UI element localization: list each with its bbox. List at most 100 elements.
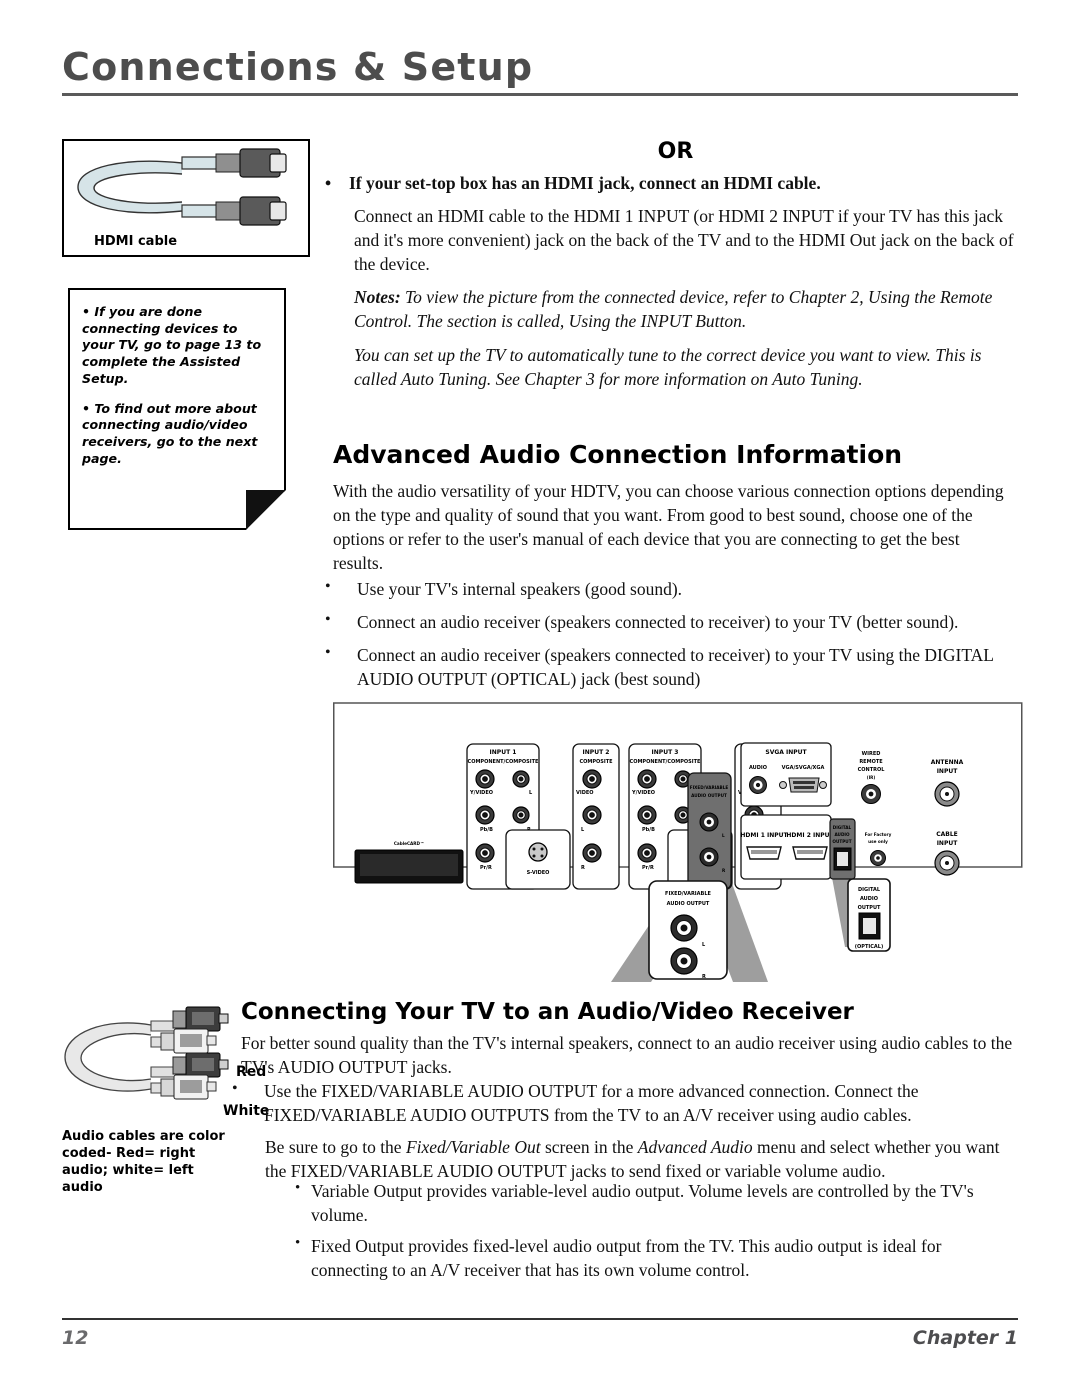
note-item: • To find out more about connecting audi… [82,400,258,466]
svideo-1-label: S-VIDEO [527,870,550,876]
fixed-variable-out-italic: Fixed/Variable Out [405,1137,541,1157]
rca-connector-red-bottom [172,1052,229,1078]
svga-title: SVGA INPUT [765,749,807,756]
note-item: • If you are done connecting devices to … [82,304,262,386]
input-1-jack-label: Y/VIDEO [469,790,493,796]
wired-remote-label: CONTROL [858,767,886,773]
input-2-jack-label: VIDEO [576,790,594,796]
bullet-marker-icon: • [325,610,331,628]
input-3-jack-label: Y/VIDEO [631,790,655,796]
page-footer: 12 Chapter 1 [62,1318,1018,1349]
input-2-panel: INPUT 2 COMPOSITE VIDEO L R [572,743,620,890]
hdmi-inputs-panel: HDMI 1 INPUT HDMI 2 INPUT [740,814,834,880]
page-title: Connections & Setup [62,45,534,89]
audio-option-text: Use your TV's internal speakers (good so… [357,579,683,599]
av-cable-caption: Audio cables are color coded- Red= right… [62,1129,225,1196]
input-1-jack-label: Pr/R [480,865,492,871]
callout-dao-label: OUTPUT [858,905,881,911]
input-1-jack-label: Pb/B [480,827,493,833]
bullet-marker-icon: • [295,1180,301,1196]
cablecard-label: CableCARD™ [394,841,424,846]
tv-back-panel-svg: .lbl{font-family:"DejaVu Sans",sans-seri… [333,702,1023,982]
list-item: • Variable Output provides variable-leve… [295,1180,1020,1228]
list-item: • Connect an audio receiver (speakers co… [325,611,1025,635]
connecting-receiver-heading: Connecting Your TV to an Audio/Video Rec… [241,999,854,1025]
or-heading: OR [657,139,694,164]
callout-dao-label: AUDIO [860,896,878,902]
fixed-variable-bullet-text: Use the FIXED/VARIABLE AUDIO OUTPUT for … [264,1081,919,1125]
advanced-audio-italic: Advanced Audio [637,1137,753,1157]
callout-fixed-variable: FIXED/VARIABLE AUDIO OUTPUT L R [648,880,728,980]
hdmi-1-label: HDMI 1 INPUT [740,832,788,839]
autotune-paragraph: You can set up the TV to automatically t… [354,345,982,389]
hdmi-lead-bullet: • If your set-top box has an HDMI jack, … [325,173,1018,195]
rca-connector-white-bottom [160,1074,217,1100]
fixed-variable-title: FIXED/VARIABLE [690,785,729,790]
bullet-marker-icon: • [325,643,331,661]
tv-back-panel-diagram: .lbl{font-family:"DejaVu Sans",sans-seri… [333,697,1023,982]
input-3-title: INPUT 3 [652,749,679,756]
digital-audio-label: OUTPUT [832,839,851,844]
cable-input-label: INPUT [937,840,959,847]
list-item: • Use your TV's internal speakers (good … [325,578,1025,602]
input-1-subtitle: COMPONENT/COMPOSITE [468,759,540,765]
notes-paragraph: Notes: To view the picture from the conn… [354,286,1010,334]
fixed-variable-bullet: • Use the FIXED/VARIABLE AUDIO OUTPUT fo… [232,1080,1022,1128]
svideo-1-panel: S-VIDEO [505,829,571,890]
list-item: • Connect an audio receiver (speakers co… [325,644,1025,692]
list-item: • Fixed Output provides fixed-level audi… [295,1235,1020,1283]
hdmi-connect-paragraph: Connect an HDMI cable to the HDMI 1 INPU… [354,206,1014,274]
svga-audio-label: AUDIO [749,765,767,771]
better-sound-paragraph: For better sound quality than the TV's i… [241,1033,1013,1077]
sidebar-note-box: • If you are done connecting devices to … [68,288,286,530]
besure-paragraph: Be sure to go to the Fixed/Variable Out … [265,1136,1018,1184]
hdmi-connector-bottom [215,196,287,226]
wired-remote-label: (IR) [867,775,876,780]
fixed-variable-jack-label: L [722,833,725,838]
wired-remote-label: WIRED [862,751,881,757]
input-2-subtitle: COMPOSITE [579,759,613,765]
input-2-jack-label: R [581,865,585,871]
callout-fv-subtitle: AUDIO OUTPUT [667,901,710,907]
fixed-variable-subtitle: AUDIO OUTPUT [691,793,727,798]
rca-connector-red-top [172,1006,229,1032]
page-number: 12 [62,1327,89,1349]
page-fold-corner-icon [246,490,286,530]
input-3-jack-label: Pb/B [642,827,655,833]
hdmi-connector-top [215,148,287,178]
hdmi-2-label: HDMI 2 INPUT [786,832,834,839]
besure-part-2: screen in the [540,1137,638,1157]
callout-fv-jack-label: R [702,974,706,980]
besure-part-1: Be sure to go to the [265,1137,406,1157]
svga-input-panel: SVGA INPUT AUDIO VGA/SVGA/XGA [740,742,832,807]
output-mode-list: • Variable Output provides variable-leve… [295,1180,1020,1290]
input-2-title: INPUT 2 [583,749,610,756]
bullet-marker-icon: • [295,1234,301,1251]
antenna-input-label: INPUT [937,768,959,775]
input-3-subtitle: COMPONENT/COMPOSITE [630,759,702,765]
digital-audio-output-panel: DIGITAL AUDIO OUTPUT [829,818,856,880]
bullet-marker-icon: • [325,173,332,193]
callout-digital-audio-output: DIGITAL AUDIO OUTPUT (OPTICAL) [847,878,891,952]
input-3-jack-label: Pr/R [642,865,654,871]
hdmi-cable-caption: HDMI cable [94,234,178,249]
bullet-marker-icon: • [232,1080,238,1097]
header-rule [62,93,1018,96]
cable-input-label: CABLE [936,831,958,838]
rca-connector-white-top [160,1028,217,1054]
callout-dao-optical: (OPTICAL) [855,944,883,950]
input-1-title: INPUT 1 [490,749,517,756]
variable-output-text: Variable Output provides variable-level … [311,1181,974,1225]
chapter-label: Chapter 1 [912,1327,1018,1349]
callout-dao-label: DIGITAL [858,887,881,893]
page-header: Connections & Setup [62,48,1018,96]
footer-rule [62,1318,1018,1320]
hdmi-lead-bullet-text: If your set-top box has an HDMI jack, co… [349,173,821,193]
advanced-audio-paragraph: With the audio versatility of your HDTV,… [333,481,1004,573]
audio-option-text: Connect an audio receiver (speakers conn… [357,644,994,689]
digital-audio-label: AUDIO [834,832,850,837]
factory-label: For Factory [865,832,892,837]
fixed-variable-panel: FIXED/VARIABLE AUDIO OUTPUT L R [687,772,732,890]
digital-audio-label: DIGITAL [833,825,852,830]
fixed-output-text: Fixed Output provides fixed-level audio … [311,1235,942,1280]
